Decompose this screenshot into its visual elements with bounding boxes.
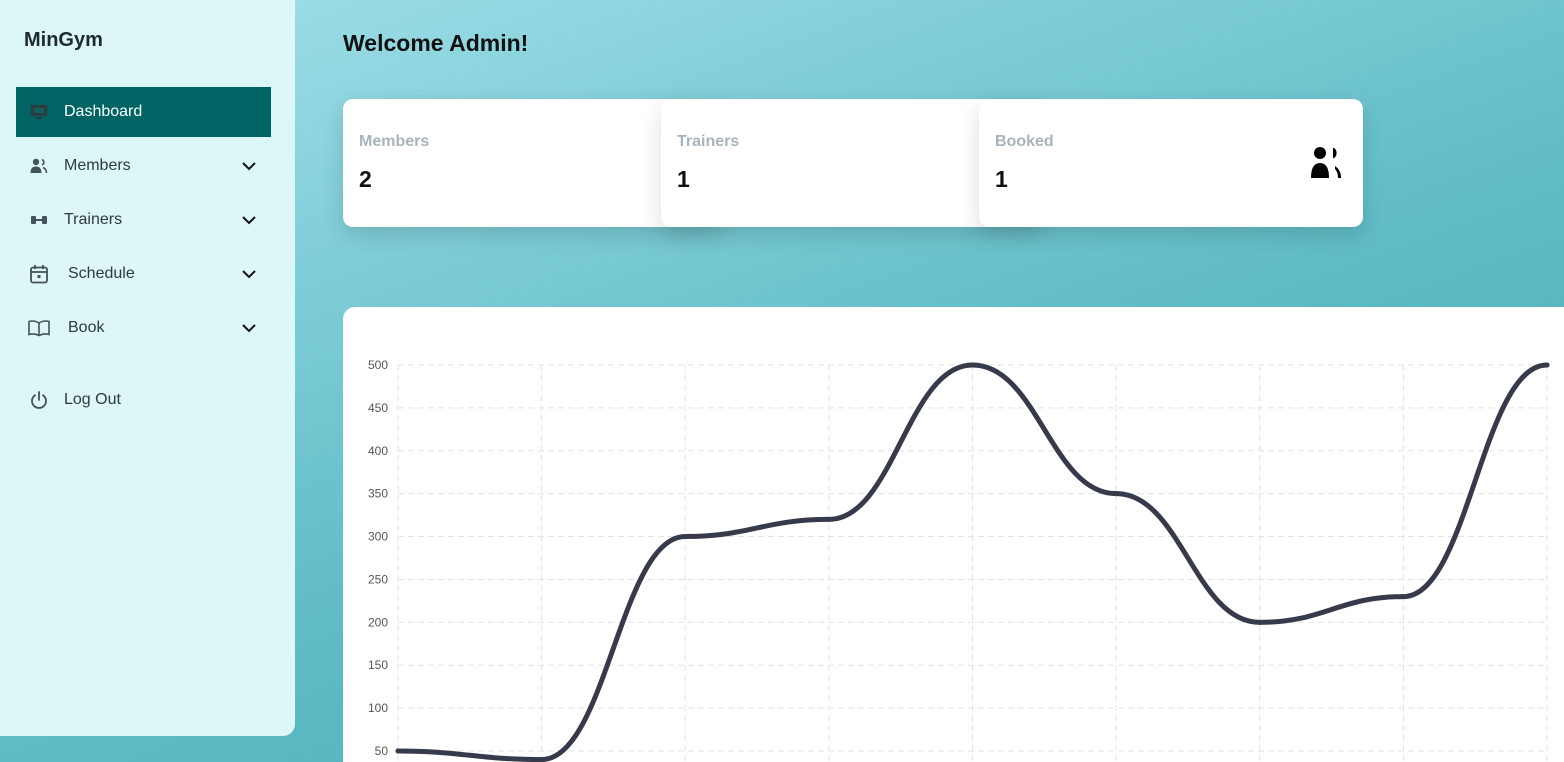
members-icon bbox=[28, 155, 50, 177]
y-tick-label: 300 bbox=[368, 530, 388, 544]
logout-label: Log Out bbox=[64, 391, 121, 408]
logout-button[interactable]: Log Out bbox=[16, 375, 271, 425]
data-point bbox=[970, 362, 975, 368]
stat-label: Booked bbox=[995, 133, 1054, 150]
y-tick-label: 400 bbox=[368, 444, 388, 458]
y-tick-label: 350 bbox=[368, 487, 388, 501]
stat-label: Trainers bbox=[677, 133, 740, 150]
y-tick-label: 450 bbox=[368, 401, 388, 415]
chevron-down-icon[interactable] bbox=[239, 156, 259, 176]
data-point bbox=[539, 757, 545, 762]
data-point bbox=[1257, 619, 1263, 625]
calendar-icon bbox=[28, 263, 50, 285]
stat-card-booked: Booked 1 bbox=[979, 99, 1363, 227]
chevron-down-icon[interactable] bbox=[239, 264, 259, 284]
brand-title: MinGym bbox=[24, 29, 103, 51]
users-icon bbox=[1311, 147, 1341, 178]
y-tick-label: 500 bbox=[368, 358, 388, 372]
y-tick-label: 150 bbox=[368, 658, 388, 672]
dashboard-icon bbox=[28, 101, 50, 123]
sidebar-item-book[interactable]: Book bbox=[16, 303, 271, 353]
power-icon bbox=[28, 389, 50, 411]
data-point bbox=[1400, 594, 1406, 600]
data-point bbox=[1113, 491, 1119, 497]
stat-value: 1 bbox=[995, 166, 1008, 192]
data-point bbox=[682, 534, 688, 540]
sidebar-item-members[interactable]: Members bbox=[16, 141, 271, 191]
sidebar-item-trainers[interactable]: Trainers bbox=[16, 195, 271, 245]
y-tick-label: 250 bbox=[368, 572, 388, 586]
dumbbell-icon bbox=[28, 209, 50, 231]
line-chart: 50 100 150 200 250 300 350 400 450 500 bbox=[368, 358, 1550, 762]
stat-value: 1 bbox=[677, 166, 690, 192]
stat-label: Members bbox=[359, 133, 430, 150]
sidebar-item-label: Dashboard bbox=[64, 103, 143, 120]
sidebar: MinGym Dashboard Members Trainers Schedu… bbox=[0, 0, 295, 736]
chevron-down-icon[interactable] bbox=[239, 210, 259, 230]
chevron-down-icon[interactable] bbox=[239, 318, 259, 338]
y-tick-label: 200 bbox=[368, 615, 388, 629]
sidebar-item-label: Trainers bbox=[64, 211, 123, 228]
chart-panel: 50 100 150 200 250 300 350 400 450 500 bbox=[343, 307, 1564, 762]
y-tick-label: 100 bbox=[368, 701, 388, 715]
sidebar-item-dashboard[interactable]: Dashboard bbox=[16, 87, 271, 137]
data-point bbox=[395, 748, 401, 754]
data-point bbox=[1544, 362, 1550, 368]
sidebar-item-label: Members bbox=[64, 157, 131, 174]
sidebar-item-label: Schedule bbox=[68, 265, 135, 282]
data-point bbox=[826, 516, 832, 522]
sidebar-item-label: Book bbox=[68, 319, 105, 336]
sidebar-item-schedule[interactable]: Schedule bbox=[16, 249, 271, 299]
book-icon bbox=[28, 317, 50, 339]
y-tick-label: 50 bbox=[375, 744, 389, 758]
stat-value: 2 bbox=[359, 166, 372, 192]
page-title: Welcome Admin! bbox=[343, 30, 529, 56]
